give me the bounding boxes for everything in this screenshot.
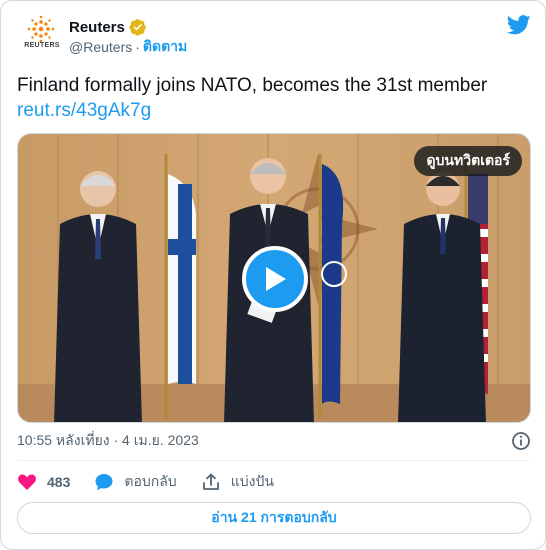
play-button[interactable] [242, 246, 308, 312]
logo-text: REUTERS [24, 42, 60, 49]
info-icon[interactable] [511, 431, 531, 451]
tweet-meta: 10:55 หลังเที่ยง · 4 เม.ย. 2023 [17, 431, 531, 451]
handle[interactable]: @Reuters [69, 39, 132, 55]
reuters-logo-icon [27, 15, 55, 43]
share-label: แบ่งปัน [230, 473, 274, 489]
timestamp[interactable]: 10:55 หลังเที่ยง · 4 เม.ย. 2023 [17, 430, 199, 452]
like-count: 483 [47, 474, 71, 490]
video-player[interactable]: ดูบนทวิตเตอร์ [17, 133, 531, 423]
verified-badge-icon [129, 19, 146, 36]
twitter-bird-icon[interactable] [507, 15, 531, 35]
play-icon [266, 267, 286, 291]
avatar[interactable]: REUTERS [21, 13, 61, 57]
like-button[interactable]: 483 [17, 472, 70, 492]
heart-icon [18, 474, 36, 490]
separator-dot: · [135, 39, 140, 55]
name-row: Reuters [69, 17, 147, 37]
follow-button[interactable]: ติดตาม [143, 36, 187, 58]
tweet-card: REUTERS Reuters @Reuters · ติดตาม Finlan… [0, 0, 546, 550]
share-button[interactable]: แบ่งปัน [201, 471, 274, 493]
tweet-header: REUTERS Reuters @Reuters · ติดตาม [17, 13, 531, 57]
handle-row: @Reuters · ติดตาม [69, 37, 187, 57]
reply-label: ตอบกลับ [124, 473, 177, 489]
divider [17, 460, 531, 461]
action-bar: 483 ตอบกลับ แบ่งปัน [17, 471, 298, 493]
reply-button[interactable]: ตอบกลับ [94, 471, 177, 493]
display-name[interactable]: Reuters [69, 19, 125, 36]
watch-on-twitter-button[interactable]: ดูบนทวิตเตอร์ [414, 146, 522, 176]
tweet-link[interactable]: reut.rs/43gAk7g [17, 98, 151, 124]
tweet-text: Finland formally joins NATO, becomes the… [17, 75, 488, 96]
read-replies-button[interactable]: อ่าน 21 การตอบกลับ [17, 502, 531, 534]
reply-bubble-icon [95, 474, 113, 491]
share-icon [202, 473, 219, 490]
